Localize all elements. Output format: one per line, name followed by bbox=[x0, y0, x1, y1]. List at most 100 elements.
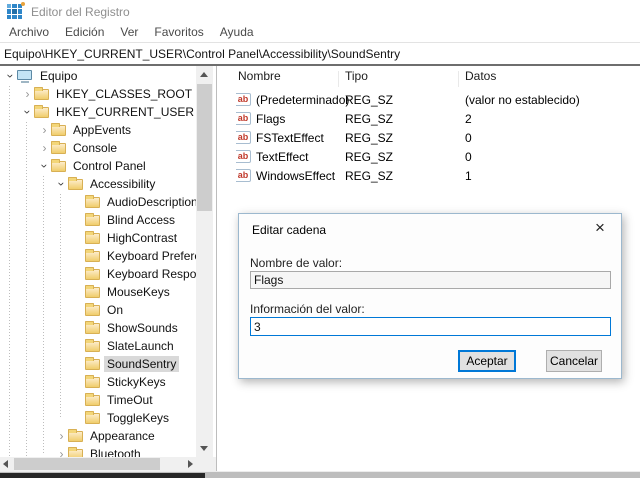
tree-item-on[interactable]: On bbox=[0, 301, 196, 319]
folder-icon bbox=[85, 212, 100, 226]
tree-item-label: AppEvents bbox=[73, 123, 132, 137]
chevron-down-icon[interactable]: › bbox=[55, 178, 69, 191]
chevron-right-icon[interactable]: › bbox=[38, 142, 51, 154]
dialog-title: Editar cadena bbox=[252, 223, 327, 237]
folder-icon bbox=[85, 356, 100, 370]
tree-item-appearance[interactable]: › Appearance bbox=[0, 427, 196, 445]
tree-item-slatelaunch[interactable]: SlateLaunch bbox=[0, 337, 196, 355]
tree-item-label: ShowSounds bbox=[107, 321, 178, 335]
value-name: WindowsEffect bbox=[256, 169, 336, 183]
column-header-name[interactable]: Nombre bbox=[238, 69, 281, 83]
string-value-icon: ab bbox=[236, 93, 251, 106]
tree-item-showsounds[interactable]: ShowSounds bbox=[0, 319, 196, 337]
registry-tree-panel: › Equipo › HKEY_CLASSES_ROOT › HKEY_CURRENT_U… bbox=[0, 66, 217, 471]
chevron-right-icon[interactable]: › bbox=[21, 88, 34, 100]
folder-icon bbox=[51, 158, 66, 172]
menu-item-edici-n[interactable]: Edición bbox=[57, 22, 112, 42]
tree-horizontal-scrollbar[interactable] bbox=[0, 457, 196, 471]
tree-item-label: Blind Access bbox=[107, 213, 176, 227]
value-type: REG_SZ bbox=[345, 150, 394, 164]
horizontal-scroll-thumb[interactable] bbox=[14, 458, 160, 470]
menu-item-archivo[interactable]: Archivo bbox=[1, 22, 57, 42]
tree-item-control-panel[interactable]: › Control Panel bbox=[0, 157, 196, 175]
chevron-right-icon[interactable]: › bbox=[38, 124, 51, 136]
tree-item-label: Keyboard Prefere bbox=[107, 249, 202, 263]
tree-item-equipo[interactable]: › Equipo bbox=[0, 67, 196, 85]
tree-item-togglekeys[interactable]: ToggleKeys bbox=[0, 409, 196, 427]
value-name: (Predeterminado) bbox=[256, 93, 350, 107]
menu-item-favoritos[interactable]: Favoritos bbox=[146, 22, 211, 42]
tree-item-label: ToggleKeys bbox=[107, 411, 170, 425]
column-separator[interactable] bbox=[458, 71, 459, 87]
folder-icon bbox=[85, 374, 100, 388]
scroll-left-arrow-icon[interactable] bbox=[3, 460, 8, 468]
column-header-data[interactable]: Datos bbox=[465, 69, 496, 83]
folder-icon bbox=[68, 176, 83, 190]
tree-items: › Equipo › HKEY_CLASSES_ROOT › HKEY_CURRENT_U… bbox=[0, 67, 204, 463]
value-row-fstexteffect[interactable]: ab FSTextEffect REG_SZ 0 bbox=[222, 128, 640, 147]
tree-vertical-scrollbar[interactable] bbox=[196, 66, 213, 457]
menu-item-ayuda[interactable]: Ayuda bbox=[212, 22, 262, 42]
tree-item-hkey-classes-root[interactable]: › HKEY_CLASSES_ROOT bbox=[0, 85, 196, 103]
vertical-scroll-thumb[interactable] bbox=[197, 84, 212, 211]
tree-item-label: Appearance bbox=[90, 429, 155, 443]
app-icon-spark bbox=[21, 2, 25, 6]
value-row-texteffect[interactable]: ab TextEffect REG_SZ 0 bbox=[222, 147, 640, 166]
value-data: 1 bbox=[465, 169, 472, 183]
value-type: REG_SZ bbox=[345, 93, 394, 107]
value-name-input[interactable] bbox=[250, 271, 611, 289]
value-type: REG_SZ bbox=[345, 131, 394, 145]
value-rows: ab (Predeterminado) REG_SZ (valor no establ… bbox=[222, 90, 640, 185]
chevron-down-icon[interactable]: › bbox=[38, 160, 52, 173]
folder-icon bbox=[85, 266, 100, 280]
scrollbar-corner bbox=[196, 457, 216, 471]
address-bar[interactable]: Equipo\HKEY_CURRENT_USER\Control Panel\A… bbox=[0, 44, 640, 66]
tree-item-audiodescription[interactable]: AudioDescription bbox=[0, 193, 198, 211]
tree-item-label: HKEY_CURRENT_USER bbox=[56, 105, 195, 119]
string-value-icon: ab bbox=[236, 150, 251, 163]
string-value-icon: ab bbox=[236, 112, 251, 125]
tree-item-label: SlateLaunch bbox=[107, 339, 174, 353]
tree-item-timeout[interactable]: TimeOut bbox=[0, 391, 196, 409]
tree-item-accessibility[interactable]: › Accessibility bbox=[0, 175, 196, 193]
value-row-windowseffect[interactable]: ab WindowsEffect REG_SZ 1 bbox=[222, 166, 640, 185]
tree-item-hkey-current-user[interactable]: › HKEY_CURRENT_USER bbox=[0, 103, 196, 121]
column-separator[interactable] bbox=[338, 71, 339, 87]
chevron-down-icon[interactable]: › bbox=[4, 70, 18, 83]
value-row-flags[interactable]: ab Flags REG_SZ 2 bbox=[222, 109, 640, 128]
tree-item-appevents[interactable]: › AppEvents bbox=[0, 121, 196, 139]
value-data: 0 bbox=[465, 150, 472, 164]
tree-item-keyboard-prefere[interactable]: Keyboard Prefere bbox=[0, 247, 201, 265]
tree-item-stickykeys[interactable]: StickyKeys bbox=[0, 373, 196, 391]
tree-item-label: MouseKeys bbox=[107, 285, 170, 299]
chevron-down-icon[interactable]: › bbox=[21, 106, 35, 119]
menu-item-ver[interactable]: Ver bbox=[112, 22, 146, 42]
tree-item-label: StickyKeys bbox=[107, 375, 166, 389]
folder-icon bbox=[85, 302, 100, 316]
tree-item-soundsentry[interactable]: SoundSentry bbox=[0, 355, 196, 373]
value-type: REG_SZ bbox=[345, 112, 394, 126]
values-header: Nombre Tipo Datos bbox=[222, 69, 640, 87]
tree-item-keyboard-respon[interactable]: Keyboard Respon bbox=[0, 265, 203, 283]
folder-icon bbox=[34, 104, 49, 118]
scroll-right-arrow-icon[interactable] bbox=[188, 460, 193, 468]
title-bar: Editor del Registro bbox=[0, 0, 640, 22]
folder-icon bbox=[68, 428, 83, 442]
accept-button[interactable]: Aceptar bbox=[458, 350, 516, 372]
tree-item-blind-access[interactable]: Blind Access bbox=[0, 211, 196, 229]
value-data: (valor no establecido) bbox=[465, 93, 580, 107]
menu-bar: Archivo Edición Ver Favoritos Ayuda bbox=[0, 22, 640, 43]
chevron-right-icon[interactable]: › bbox=[55, 430, 68, 442]
scroll-down-arrow-icon[interactable] bbox=[200, 446, 208, 451]
tree-item-highcontrast[interactable]: HighContrast bbox=[0, 229, 196, 247]
value-data-input[interactable] bbox=[250, 317, 611, 336]
cancel-button[interactable]: Cancelar bbox=[546, 350, 602, 372]
tree-item-console[interactable]: › Console bbox=[0, 139, 196, 157]
scroll-up-arrow-icon[interactable] bbox=[200, 72, 208, 77]
column-header-type[interactable]: Tipo bbox=[345, 69, 368, 83]
value-row--predeterminado-[interactable]: ab (Predeterminado) REG_SZ (valor no establ… bbox=[222, 90, 640, 109]
tree-item-label: SoundSentry bbox=[104, 356, 180, 372]
tree-item-mousekeys[interactable]: MouseKeys bbox=[0, 283, 196, 301]
close-icon[interactable]: × bbox=[589, 217, 611, 239]
tree-item-label: AudioDescription bbox=[107, 195, 198, 209]
